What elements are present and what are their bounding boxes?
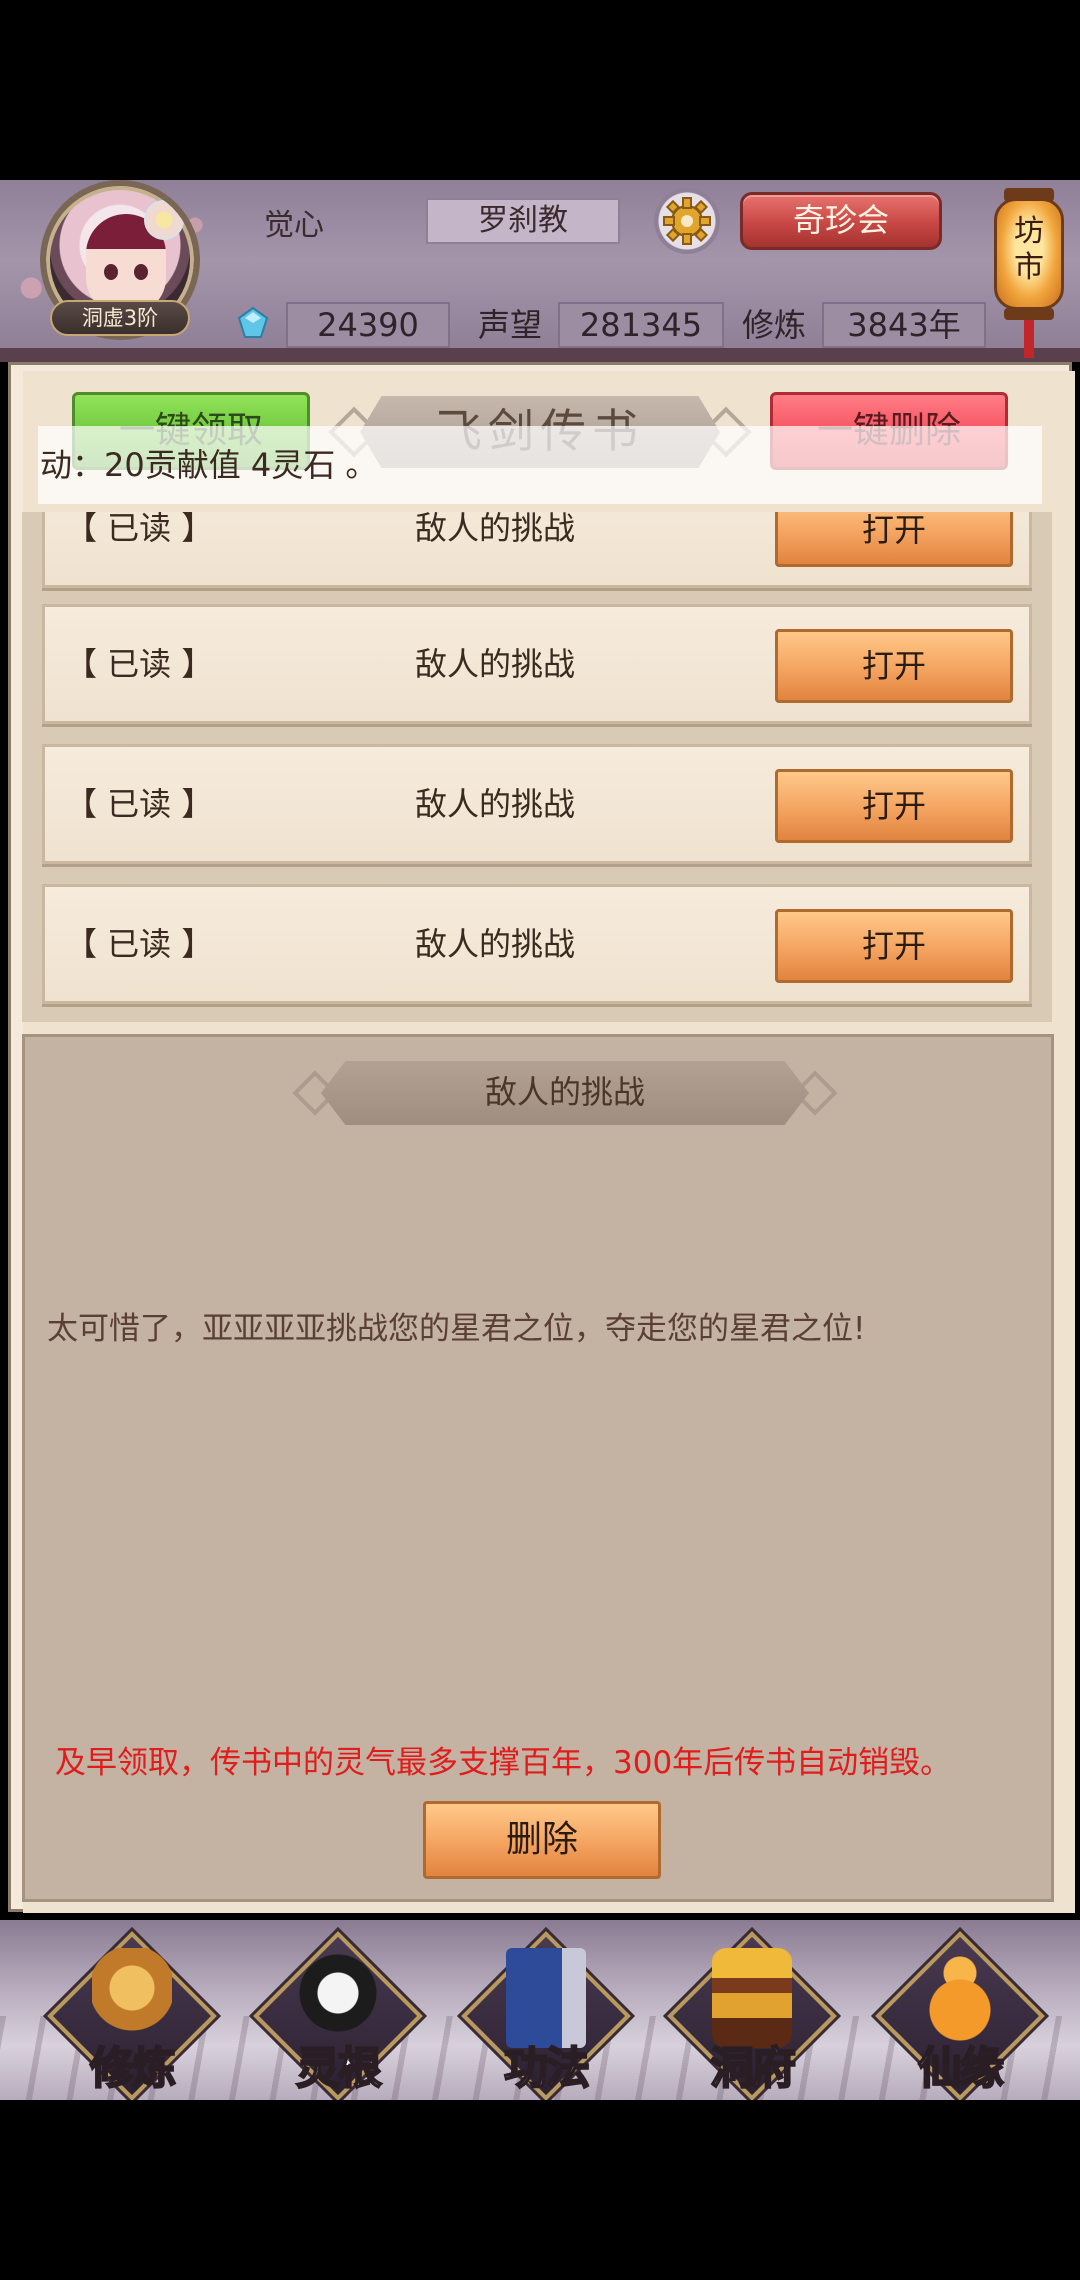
nav-label: 洞府 bbox=[709, 2042, 797, 2095]
nav-label: 灵根 bbox=[295, 2042, 383, 2095]
nav-spirit-root[interactable]: 灵根 bbox=[253, 1931, 423, 2100]
mail-title: 敌人的挑战 bbox=[415, 925, 576, 963]
app-root: 洞虚3阶 觉心 罗刹教 奇珍会 坊市 24390 声望 281345 修炼 38… bbox=[0, 0, 1080, 2280]
treasure-fair-button[interactable]: 奇珍会 bbox=[740, 192, 942, 250]
avatar-eye-right bbox=[134, 264, 148, 280]
open-mail-button[interactable]: 打开 bbox=[775, 909, 1013, 983]
detail-title: 敌人的挑战 bbox=[321, 1061, 809, 1125]
mail-row[interactable]: 【 已读 】 敌人的挑战 打开 bbox=[42, 512, 1032, 588]
gear-icon bbox=[663, 197, 711, 245]
mail-status: 【 已读 】 bbox=[65, 645, 214, 683]
open-mail-button[interactable]: 打开 bbox=[775, 629, 1013, 703]
market-lantern-button[interactable]: 坊市 bbox=[990, 178, 1068, 358]
nav-cave-dwelling[interactable]: 洞府 bbox=[667, 1931, 837, 2100]
lantern-tassel bbox=[1024, 320, 1034, 358]
mail-title: 敌人的挑战 bbox=[415, 512, 576, 547]
mail-list[interactable]: 【 已读 】 敌人的挑战 打开 【 已读 】 敌人的挑战 打开 【 已读 】 敌… bbox=[22, 512, 1052, 1022]
prestige-label: 声望 bbox=[478, 306, 543, 344]
avatar-eye-left bbox=[104, 264, 118, 280]
mail-status: 【 已读 】 bbox=[65, 512, 214, 547]
delete-mail-button[interactable]: 删除 bbox=[423, 1801, 661, 1879]
open-mail-button[interactable]: 打开 bbox=[775, 769, 1013, 843]
player-name: 觉心 bbox=[264, 208, 324, 243]
nav-label: 修炼 bbox=[89, 2042, 177, 2095]
open-mail-button[interactable]: 打开 bbox=[775, 512, 1013, 567]
mail-status: 【 已读 】 bbox=[65, 925, 214, 963]
cultivation-value: 3843年 bbox=[822, 302, 986, 348]
detail-message: 太可惜了，亚亚亚亚挑战您的星君之位，夺走您的星君之位! bbox=[47, 1311, 866, 1347]
nav-immortal-fate[interactable]: 仙缘 bbox=[875, 1931, 1045, 2100]
header-divider bbox=[0, 348, 1080, 362]
settings-button[interactable] bbox=[654, 188, 720, 254]
bottom-nav: 修炼 灵根 功法 洞府 仙缘 bbox=[0, 1920, 1080, 2100]
detail-title-banner: 敌人的挑战 bbox=[292, 1061, 838, 1125]
mail-status: 【 已读 】 bbox=[65, 785, 214, 823]
prestige-value: 281345 bbox=[558, 302, 724, 348]
rank-badge: 洞虚3阶 bbox=[50, 300, 190, 336]
lantern-label: 坊市 bbox=[1014, 214, 1044, 285]
mail-row[interactable]: 【 已读 】 敌人的挑战 打开 bbox=[42, 604, 1032, 724]
hair-flower-icon bbox=[144, 200, 184, 240]
mail-row[interactable]: 【 已读 】 敌人的挑战 打开 bbox=[42, 744, 1032, 864]
mail-title: 敌人的挑战 bbox=[415, 645, 576, 683]
sect-name[interactable]: 罗刹教 bbox=[426, 198, 620, 244]
spirit-stone-count: 24390 bbox=[286, 302, 450, 348]
reward-notice-toast: 动：20贡献值 4灵石 。 bbox=[38, 426, 1042, 504]
nav-label: 功法 bbox=[503, 2042, 591, 2095]
mail-row[interactable]: 【 已读 】 敌人的挑战 打开 bbox=[42, 884, 1032, 1004]
cultivation-label: 修炼 bbox=[742, 306, 807, 344]
mail-detail: 敌人的挑战 太可惜了，亚亚亚亚挑战您的星君之位，夺走您的星君之位! 及早领取，传… bbox=[22, 1034, 1054, 1902]
mail-title: 敌人的挑战 bbox=[415, 785, 576, 823]
spirit-stone-icon bbox=[237, 306, 269, 338]
nav-cultivation[interactable]: 修炼 bbox=[47, 1931, 217, 2100]
lantern-base bbox=[1004, 308, 1054, 320]
nav-label: 仙缘 bbox=[917, 2042, 1005, 2095]
nav-technique[interactable]: 功法 bbox=[461, 1931, 631, 2100]
expiry-warning: 及早领取，传书中的灵气最多支撑百年，300年后传书自动销毁。 bbox=[55, 1745, 952, 1781]
